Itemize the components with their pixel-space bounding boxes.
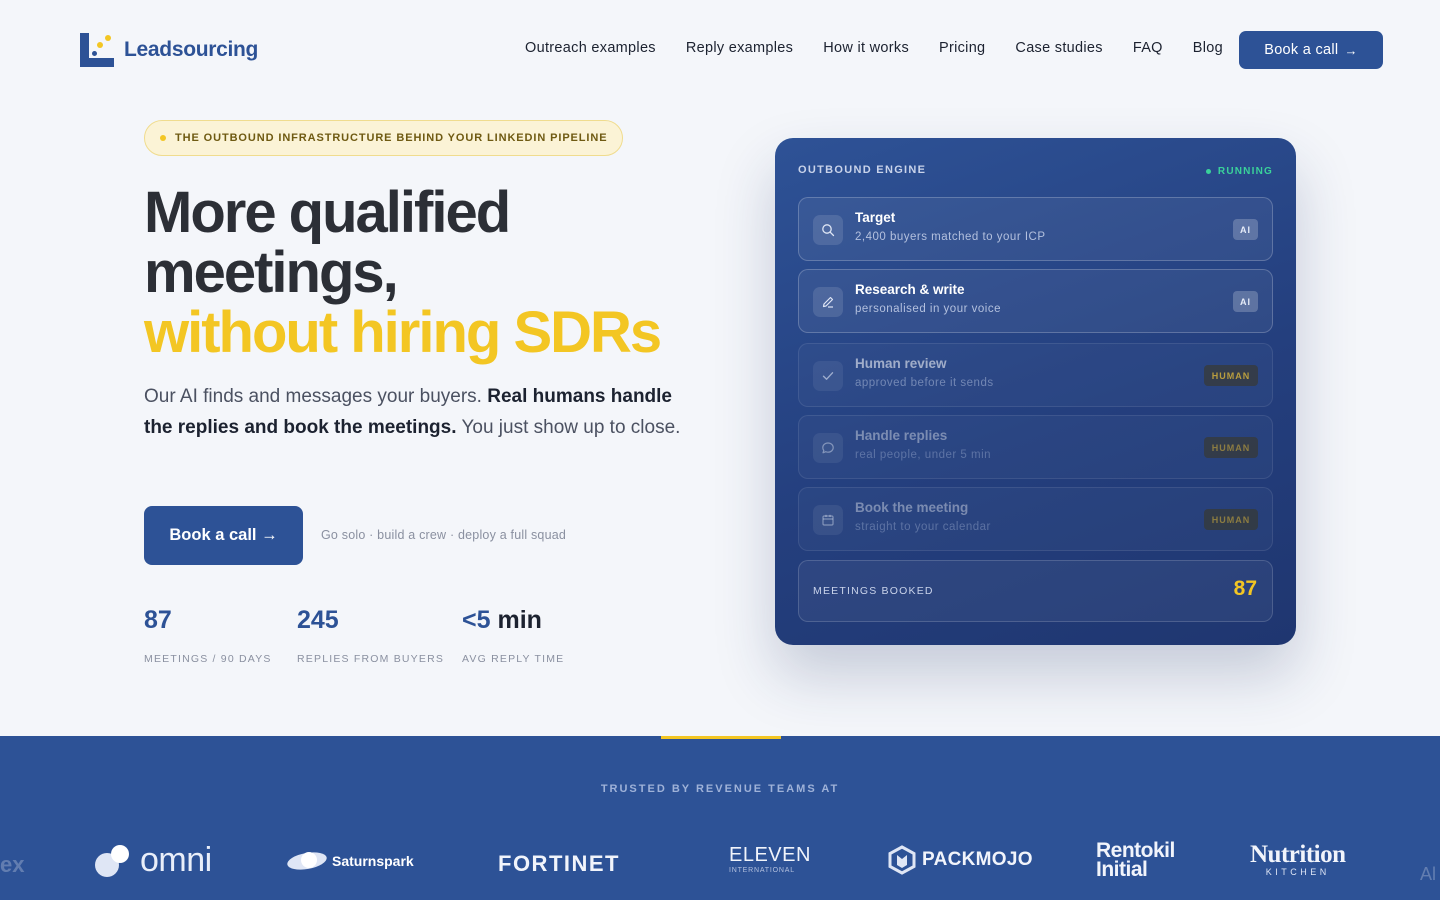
nav-book-call-button[interactable]: Book a call → (1239, 31, 1383, 69)
step-title: Research & write (855, 282, 965, 297)
stat-label: AVG REPLY TIME (462, 653, 565, 665)
step-title: Book the meeting (855, 500, 969, 515)
hero-headline: More qualified meetings, without hiring … (144, 183, 744, 363)
search-icon (813, 215, 843, 245)
step-tag-ai: AI (1233, 219, 1258, 240)
nav-link-case-studies[interactable]: Case studies (1015, 40, 1102, 56)
engine-status-text: RUNNING (1217, 166, 1273, 177)
step-tag-ai: AI (1233, 291, 1258, 312)
stat-replies: 245 REPLIES FROM BUYERS (297, 605, 444, 665)
hero-headline-highlight: without hiring SDRs (144, 300, 662, 365)
hero-subheadline: Our AI finds and messages your buyers. R… (144, 382, 684, 443)
hero-sub-part2: You just show up to close. (456, 416, 681, 438)
partial-logo-icon: ex (0, 852, 25, 877)
step-desc: real people, under 5 min (855, 449, 992, 461)
omni-logo-icon (95, 844, 129, 877)
logo-text: omni (140, 841, 212, 879)
nav-link-how-it-works[interactable]: How it works (823, 40, 909, 56)
stat-value: 245 (297, 606, 339, 634)
step-desc: straight to your calendar (855, 521, 991, 533)
step-tag-human: HUMAN (1204, 437, 1258, 458)
hero-sub-part1: Our AI finds and messages your buyers. (144, 386, 488, 407)
stat-meetings: 87 MEETINGS / 90 DAYS (144, 605, 272, 665)
step-desc: 2,400 buyers matched to your ICP (855, 231, 1046, 243)
outbound-engine-card: OUTBOUND ENGINE RUNNING Target 2,400 buy… (775, 138, 1296, 645)
logo-fortinet: FORTINET (498, 851, 620, 877)
hero-badge-text: THE OUTBOUND INFRASTRUCTURE BEHIND YOUR … (175, 132, 608, 144)
hero-headline-line2: meetings, (144, 240, 399, 305)
chat-bubble-icon (813, 433, 843, 463)
engine-step-target: Target 2,400 buyers matched to your ICP … (798, 197, 1273, 261)
trusted-title: TRUSTED BY REVENUE TEAMS AT (600, 783, 840, 795)
engine-status: RUNNING (1205, 166, 1273, 177)
partial-logo-icon: Al (1420, 864, 1437, 884)
hero-headline-line1: More qualified (144, 180, 511, 245)
meetings-booked-label: MEETINGS BOOKED (813, 585, 934, 597)
engine-step-handle-replies: Handle replies real people, under 5 min … (798, 415, 1273, 479)
saturnspark-logo-icon (287, 852, 327, 870)
step-desc: approved before it sends (855, 377, 994, 389)
nav-link-blog[interactable]: Blog (1193, 40, 1223, 56)
logo-packmojo: PACKMOJO (888, 845, 1033, 875)
step-title: Handle replies (855, 428, 948, 443)
logo-text: Nutrition (1250, 841, 1346, 868)
engine-step-research-write: Research & write personalised in your vo… (798, 269, 1273, 333)
nav-link-faq[interactable]: FAQ (1133, 40, 1163, 56)
packmojo-logo-icon (888, 845, 916, 875)
meetings-booked-value: 87 (1233, 577, 1257, 600)
logo-eleven: ELEVEN INTERNATIONAL (729, 845, 811, 874)
meetings-booked-panel: MEETINGS BOOKED 87 (798, 560, 1273, 622)
brand-logo-icon (80, 33, 114, 67)
arrow-right-icon: → (1344, 42, 1358, 58)
nav-link-outreach-examples[interactable]: Outreach examples (525, 40, 656, 56)
trusted-logos-section: TRUSTED BY REVENUE TEAMS AT ex omni Satu… (0, 736, 1440, 900)
step-desc: personalised in your voice (855, 303, 1001, 315)
logo-text: PACKMOJO (922, 849, 1033, 870)
engine-step-book-meeting: Book the meeting straight to your calend… (798, 487, 1273, 551)
hero-cta-note: Go solo · build a crew · deploy a full s… (321, 528, 567, 542)
top-nav: Leadsourcing Outreach examples Reply exa… (0, 0, 1440, 100)
stat-label: REPLIES FROM BUYERS (297, 653, 445, 665)
badge-dot-icon (160, 135, 166, 141)
stat-unit: min (490, 606, 542, 634)
logo-subtext: KITCHEN (1265, 867, 1330, 877)
nav-link-pricing[interactable]: Pricing (939, 40, 985, 56)
nav-link-reply-examples[interactable]: Reply examples (686, 40, 793, 56)
step-tag-human: HUMAN (1204, 365, 1258, 386)
check-icon (813, 361, 843, 391)
stat-value: <5 (462, 606, 491, 634)
logo-rentokil-initial: Rentokil Initial (1096, 840, 1175, 881)
pencil-icon (813, 287, 843, 317)
step-title: Target (855, 210, 896, 225)
engine-title: OUTBOUND ENGINE (798, 164, 927, 176)
logo-text: Saturnspark (332, 853, 414, 869)
logo-nutrition-kitchen: Nutrition KITCHEN (1250, 842, 1346, 877)
nav-links: Outreach examples Reply examples How it … (525, 40, 1223, 56)
status-dot-icon (1205, 169, 1211, 174)
stat-value: 87 (144, 606, 172, 634)
nav-book-call-label: Book a call (1264, 42, 1339, 58)
strip-accent-bar (661, 736, 781, 739)
logo-saturnspark: Saturnspark (285, 848, 414, 874)
engine-step-human-review: Human review approved before it sends HU… (798, 343, 1273, 407)
stat-label: MEETINGS / 90 DAYS (144, 653, 272, 665)
step-tag-human: HUMAN (1204, 509, 1258, 530)
logo-omni: omni (94, 841, 212, 880)
hero-badge: THE OUTBOUND INFRASTRUCTURE BEHIND YOUR … (144, 120, 624, 156)
hero-book-call-label: Book a call → (169, 526, 278, 544)
logo-subtext: Initial (1096, 858, 1148, 881)
hero-book-call-button[interactable]: Book a call → (144, 506, 303, 565)
stat-reply-time: <5 min AVG REPLY TIME (462, 605, 564, 665)
step-title: Human review (855, 356, 947, 371)
brand-name: Leadsourcing (124, 38, 259, 61)
logo-text: FORTINET (498, 851, 620, 876)
brand-logo[interactable]: Leadsourcing (80, 33, 258, 67)
calendar-icon (813, 505, 843, 535)
logo-text: ELEVEN (729, 844, 811, 866)
logo-subtext: INTERNATIONAL (729, 867, 795, 874)
